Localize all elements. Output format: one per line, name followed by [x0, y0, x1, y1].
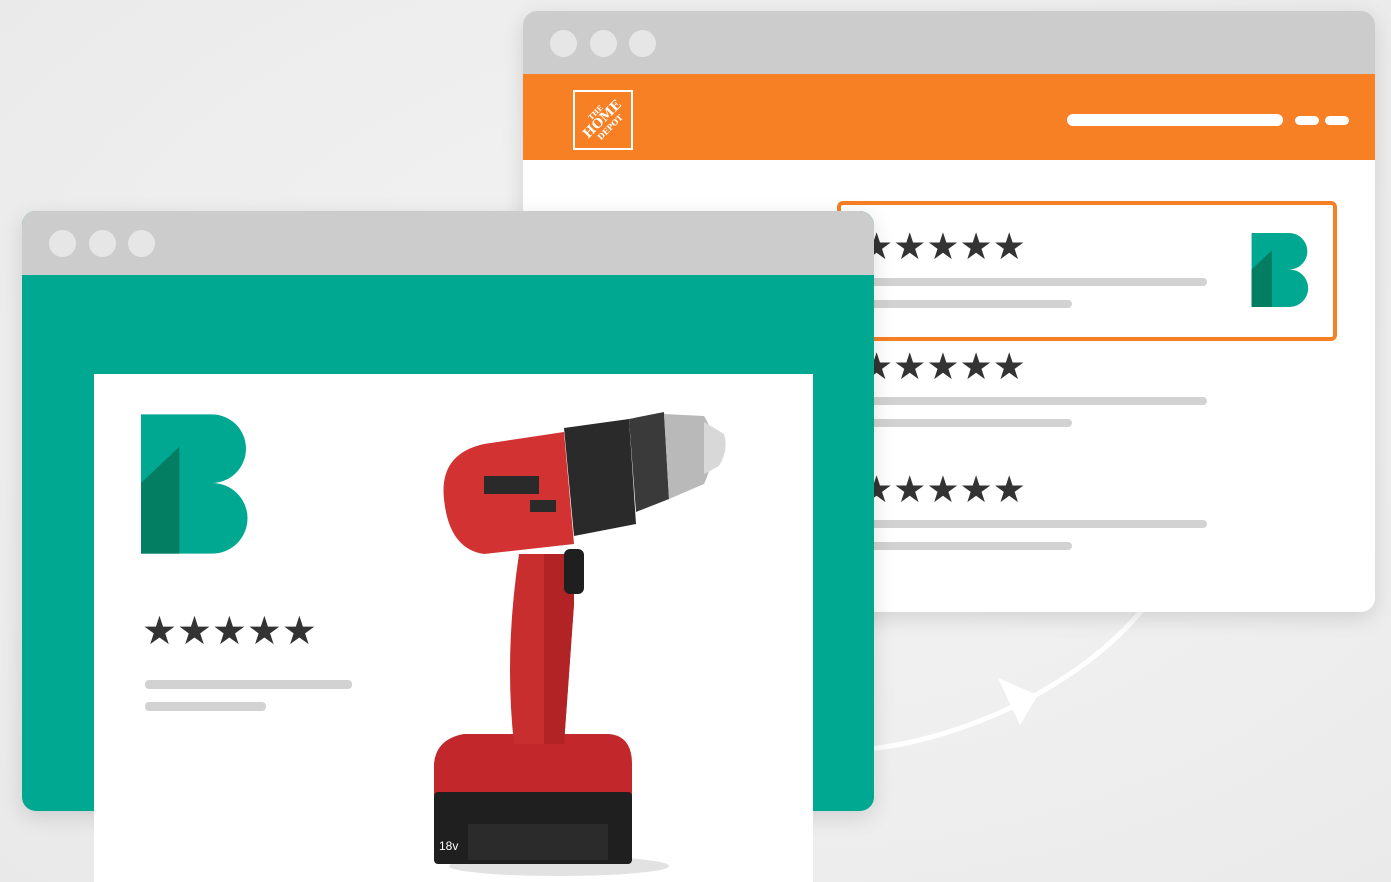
product-rating: ★★★★★: [142, 609, 317, 654]
product-card: ★★★★★ 18v: [94, 374, 813, 882]
review-text-line: [870, 300, 1072, 308]
review-text-line: [870, 419, 1072, 427]
menu-dash[interactable]: [1325, 116, 1349, 125]
window-dot: [590, 30, 617, 57]
window-dot: [550, 30, 577, 57]
home-depot-logo[interactable]: THE HOME DEPOT: [573, 90, 633, 150]
review-rating-1: ★★★★★: [860, 225, 1026, 268]
window-dot: [89, 230, 116, 257]
window-dot: [128, 230, 155, 257]
review-text-line: [870, 397, 1207, 405]
window-dot: [629, 30, 656, 57]
review-text-line: [870, 278, 1207, 286]
review-text-line: [145, 702, 266, 711]
bazaarvoice-b-logo: [141, 414, 248, 554]
review-text-line: [145, 680, 352, 689]
review-rating-3: ★★★★★: [860, 468, 1026, 511]
review-rating-2: ★★★★★: [860, 345, 1026, 388]
brand-window-titlebar: [22, 211, 874, 275]
cordless-drill-image: 18v: [434, 412, 726, 876]
review-text-line: [870, 542, 1072, 550]
search-bar[interactable]: [1067, 114, 1283, 126]
battery-label: 18v: [439, 839, 458, 853]
store-header: THE HOME DEPOT: [523, 74, 1375, 160]
store-window-titlebar: [523, 11, 1375, 75]
window-dot: [49, 230, 76, 257]
bazaarvoice-badge-icon: [1251, 233, 1309, 307]
menu-dash[interactable]: [1295, 116, 1319, 125]
review-text-line: [870, 520, 1207, 528]
